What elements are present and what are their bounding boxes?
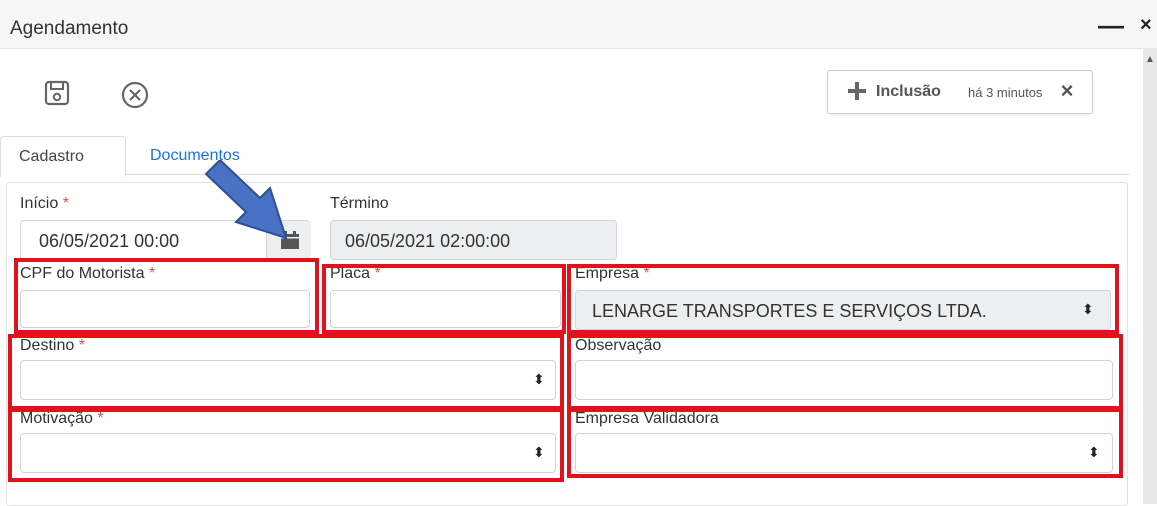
plus-icon	[848, 82, 866, 100]
window-title: Agendamento	[10, 18, 129, 39]
cancel-button[interactable]	[118, 78, 152, 112]
highlight-box-observacao	[567, 334, 1123, 412]
window-titlebar	[0, 0, 1157, 49]
floppy-disk-icon	[44, 80, 70, 106]
tab-cadastro-label: Cadastro	[19, 148, 84, 165]
toast-close-button[interactable]: ×	[1056, 79, 1078, 103]
tabs-divider	[0, 174, 1130, 175]
notification-toast: Inclusão há 3 minutos ×	[827, 70, 1093, 114]
scrollbar[interactable]	[1143, 48, 1157, 504]
circle-x-icon	[121, 81, 149, 109]
inicio-value: 06/05/2021 00:00	[39, 231, 180, 251]
scroll-up-icon[interactable]: ▲	[1143, 54, 1157, 66]
termino-input: 06/05/2021 02:00:00	[330, 220, 617, 260]
toast-title: Inclusão	[876, 83, 941, 100]
termino-label: Término	[330, 195, 389, 212]
termino-value: 06/05/2021 02:00:00	[345, 231, 511, 251]
highlight-box-motivacao	[8, 406, 564, 482]
save-button[interactable]	[42, 78, 72, 108]
inicio-label: Início *	[20, 195, 69, 212]
highlight-box-destino	[8, 334, 564, 412]
highlight-box-empresa-validadora	[567, 406, 1123, 478]
highlight-box-cpf	[14, 258, 319, 334]
arrow-annotation-icon	[204, 160, 288, 240]
toast-time: há 3 minutos	[968, 85, 1043, 100]
highlight-box-empresa	[567, 264, 1119, 334]
window-close-button[interactable]: ×	[1140, 14, 1157, 38]
minimize-button[interactable]: —	[1098, 10, 1124, 40]
tab-cadastro[interactable]: Cadastro	[0, 136, 126, 177]
highlight-box-placa	[322, 264, 566, 334]
